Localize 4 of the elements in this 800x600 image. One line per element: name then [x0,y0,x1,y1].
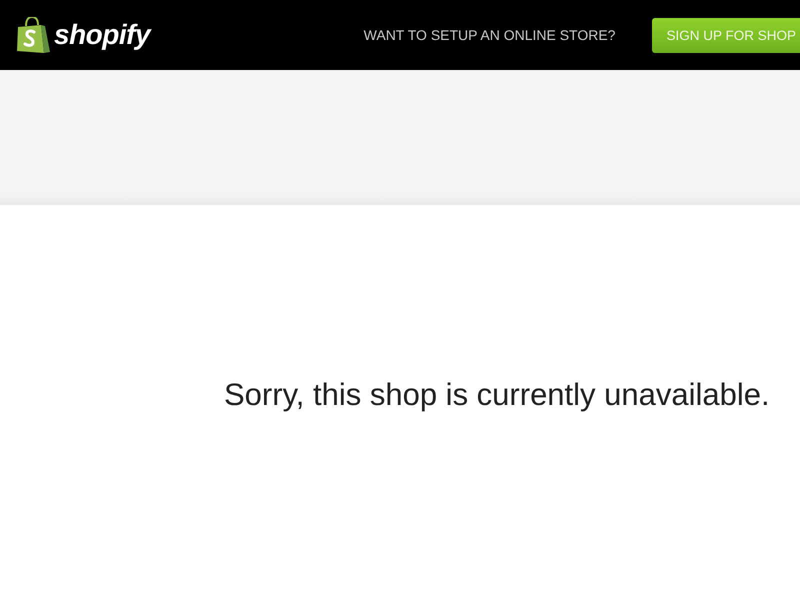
shopping-bag-icon [17,17,50,53]
logo-wordmark[interactable]: shopify [54,21,150,49]
unavailable-message: Sorry, this shop is currently unavailable. [224,376,770,414]
promo-text: WANT TO SETUP AN ONLINE STORE? [364,27,616,43]
